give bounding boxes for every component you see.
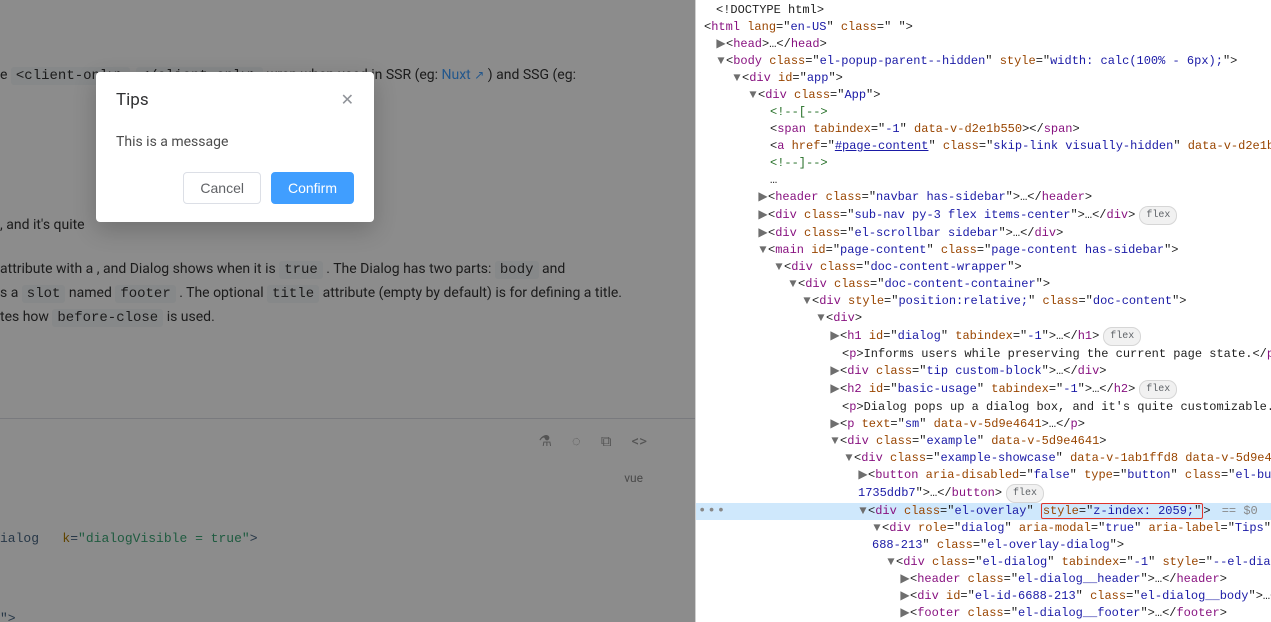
dialog-title: Tips — [116, 90, 149, 110]
flex-badge[interactable]: flex — [1139, 206, 1177, 225]
disclosure-arrow-icon[interactable]: ▶ — [758, 189, 768, 206]
disclosure-arrow-icon[interactable]: ▼ — [802, 293, 812, 310]
dialog-body: This is a message — [96, 114, 374, 160]
disclosure-arrow-icon[interactable]: ▼ — [844, 450, 854, 467]
dom-node[interactable]: <p>Informs users while preserving the cu… — [696, 346, 1271, 363]
flex-badge[interactable]: flex — [1103, 327, 1141, 346]
dom-node[interactable]: ▶<header class="navbar has-sidebar">…</h… — [696, 189, 1271, 206]
disclosure-arrow-icon[interactable]: ▼ — [886, 554, 896, 571]
disclosure-arrow-icon[interactable]: ▼ — [816, 310, 826, 327]
disclosure-arrow-icon[interactable]: ▼ — [858, 503, 868, 520]
dom-node[interactable]: ▼<div class="example-showcase" data-v-1a… — [696, 450, 1271, 467]
dom-node[interactable]: ▼<div class="doc-content-container"> — [696, 276, 1271, 293]
dom-tree[interactable]: <!DOCTYPE html> <html lang="en-US" class… — [696, 0, 1271, 622]
dom-node[interactable]: ▶<header class="el-dialog__header">…</he… — [696, 571, 1271, 588]
disclosure-arrow-icon[interactable]: ▼ — [774, 259, 784, 276]
dom-node[interactable]: ▼<div role="dialog" aria-modal="true" ar… — [696, 520, 1271, 537]
dialog-footer: Cancel Confirm — [96, 160, 374, 222]
disclosure-arrow-icon[interactable]: ▶ — [900, 605, 910, 622]
disclosure-arrow-icon[interactable]: ▶ — [900, 588, 910, 605]
dom-node[interactable]: ▼<div id="app"> — [696, 70, 1271, 87]
dom-node[interactable]: ▼<div class="example" data-v-5d9e4641> — [696, 433, 1271, 450]
dom-node[interactable]: 688-213" class="el-overlay-dialog"> — [696, 537, 1271, 554]
disclosure-arrow-icon[interactable]: ▶ — [830, 416, 840, 433]
disclosure-arrow-icon[interactable]: ▼ — [748, 87, 758, 104]
dialog-header: Tips ✕ — [96, 72, 374, 114]
flex-badge[interactable]: flex — [1139, 380, 1177, 399]
selected-indicator: == $0 — [1215, 504, 1258, 518]
disclosure-arrow-icon[interactable]: ▼ — [788, 276, 798, 293]
dom-node[interactable]: <a href="#page-content" class="skip-link… — [696, 138, 1271, 155]
disclosure-arrow-icon[interactable]: ▶ — [716, 36, 726, 53]
dialog: Tips ✕ This is a message Cancel Confirm — [96, 72, 374, 222]
devtools-elements-panel[interactable]: <!DOCTYPE html> <html lang="en-US" class… — [695, 0, 1271, 622]
dom-node[interactable]: <p>Dialog pops up a dialog box, and it's… — [696, 399, 1271, 416]
disclosure-arrow-icon[interactable]: ▼ — [716, 53, 726, 70]
dom-node[interactable]: <!DOCTYPE html> — [696, 2, 1271, 19]
overflow-dots-icon[interactable]: ••• — [698, 503, 726, 520]
dom-node[interactable]: ▼<main id="page-content" class="page-con… — [696, 242, 1271, 259]
highlighted-style-attr: style="z-index: 2059;" — [1041, 503, 1203, 519]
dom-node[interactable]: 1735ddb7">…</button>flex — [696, 484, 1271, 503]
dom-node[interactable]: ▶<h1 id="dialog" tabindex="-1">…</h1>fle… — [696, 327, 1271, 346]
disclosure-arrow-icon[interactable]: ▼ — [758, 242, 768, 259]
disclosure-arrow-icon[interactable]: ▶ — [830, 363, 840, 380]
dom-node[interactable]: <html lang="en-US" class=" "> — [696, 19, 1271, 36]
confirm-button[interactable]: Confirm — [271, 172, 354, 204]
close-icon[interactable]: ✕ — [341, 92, 354, 108]
dom-comment[interactable]: <!--[--> — [696, 104, 1271, 121]
disclosure-arrow-icon[interactable]: ▶ — [758, 225, 768, 242]
disclosure-arrow-icon[interactable]: ▶ — [858, 467, 868, 484]
dom-node[interactable]: <span tabindex="-1" data-v-d2e1b550></sp… — [696, 121, 1271, 138]
dom-node[interactable]: ▼<div class="doc-content-wrapper"> — [696, 259, 1271, 276]
disclosure-arrow-icon[interactable]: ▼ — [830, 433, 840, 450]
dom-node-selected[interactable]: ••• ▼<div class="el-overlay" style="z-in… — [696, 503, 1271, 520]
dom-node[interactable]: ▶<h2 id="basic-usage" tabindex="-1">…</h… — [696, 380, 1271, 399]
dom-node[interactable]: ▼<div class="el-dialog" tabindex="-1" st… — [696, 554, 1271, 571]
dom-node[interactable]: … — [696, 172, 1271, 189]
dom-node[interactable]: ▶<button aria-disabled="false" type="but… — [696, 467, 1271, 484]
disclosure-arrow-icon[interactable]: ▶ — [830, 381, 840, 398]
documentation-viewport: e <client-only> </client-only> wrap when… — [0, 0, 695, 622]
dom-node[interactable]: ▶<div class="tip custom-block">…</div> — [696, 363, 1271, 380]
dom-node[interactable]: ▶<div class="sub-nav py-3 flex items-cen… — [696, 206, 1271, 225]
disclosure-arrow-icon[interactable]: ▼ — [872, 520, 882, 537]
flex-badge[interactable]: flex — [1006, 484, 1044, 503]
dom-node[interactable]: ▼<div> — [696, 310, 1271, 327]
disclosure-arrow-icon[interactable]: ▶ — [758, 207, 768, 224]
dom-node[interactable]: ▼<div style="position:relative;" class="… — [696, 293, 1271, 310]
disclosure-arrow-icon[interactable]: ▼ — [732, 70, 742, 87]
dom-node[interactable]: ▶<div id="el-id-6688-213" class="el-dial… — [696, 588, 1271, 605]
dom-comment[interactable]: <!--]--> — [696, 155, 1271, 172]
dom-node[interactable]: ▼<div class="App"> — [696, 87, 1271, 104]
disclosure-arrow-icon[interactable]: ▶ — [830, 328, 840, 345]
dom-node[interactable]: ▶<footer class="el-dialog__footer">…</fo… — [696, 605, 1271, 622]
cancel-button[interactable]: Cancel — [183, 172, 261, 204]
dom-node[interactable]: ▼<body class="el-popup-parent--hidden" s… — [696, 53, 1271, 70]
dom-node[interactable]: ▶<head>…</head> — [696, 36, 1271, 53]
dom-node[interactable]: ▶<p text="sm" data-v-5d9e4641>…</p> — [696, 416, 1271, 433]
disclosure-arrow-icon[interactable]: ▶ — [900, 571, 910, 588]
dom-node[interactable]: ▶<div class="el-scrollbar sidebar">…</di… — [696, 225, 1271, 242]
